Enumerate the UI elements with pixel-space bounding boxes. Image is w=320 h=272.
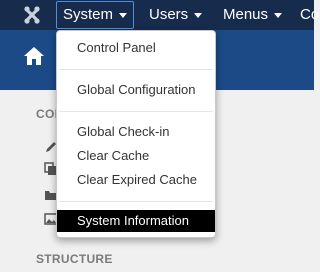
menu-divider — [59, 111, 213, 112]
nav-menus-menu[interactable]: Menus — [223, 0, 283, 30]
admin-topbar: System Users Menus Co — [0, 0, 319, 30]
nav-content-label: Co — [300, 6, 320, 23]
chevron-down-icon — [119, 12, 128, 18]
chevron-down-icon — [274, 12, 283, 18]
home-icon[interactable] — [23, 45, 45, 67]
nav-system-menu[interactable]: System — [56, 1, 135, 29]
sidebar-structure-title: STRUCTURE — [36, 252, 113, 266]
menu-divider — [59, 69, 213, 70]
menu-item-global-check-in[interactable]: Global Check-in — [57, 121, 215, 143]
menu-item-system-information[interactable]: System Information — [57, 210, 215, 232]
menu-item-clear-expired-cache[interactable]: Clear Expired Cache — [57, 169, 215, 191]
chevron-down-icon — [194, 12, 203, 18]
menu-item-control-panel[interactable]: Control Panel — [57, 37, 215, 59]
menu-item-clear-cache[interactable]: Clear Cache — [57, 145, 215, 167]
nav-users-label: Users — [149, 6, 189, 23]
joomla-logo-icon[interactable] — [21, 4, 43, 26]
system-dropdown-menu: Control Panel Global Configuration Globa… — [56, 30, 216, 238]
nav-users-menu[interactable]: Users — [149, 0, 203, 30]
nav-system-label: System — [63, 6, 114, 23]
menu-item-global-configuration[interactable]: Global Configuration — [57, 79, 215, 101]
nav-menus-label: Menus — [223, 6, 269, 23]
menu-divider — [59, 201, 213, 202]
nav-content-menu[interactable]: Co — [300, 0, 319, 30]
